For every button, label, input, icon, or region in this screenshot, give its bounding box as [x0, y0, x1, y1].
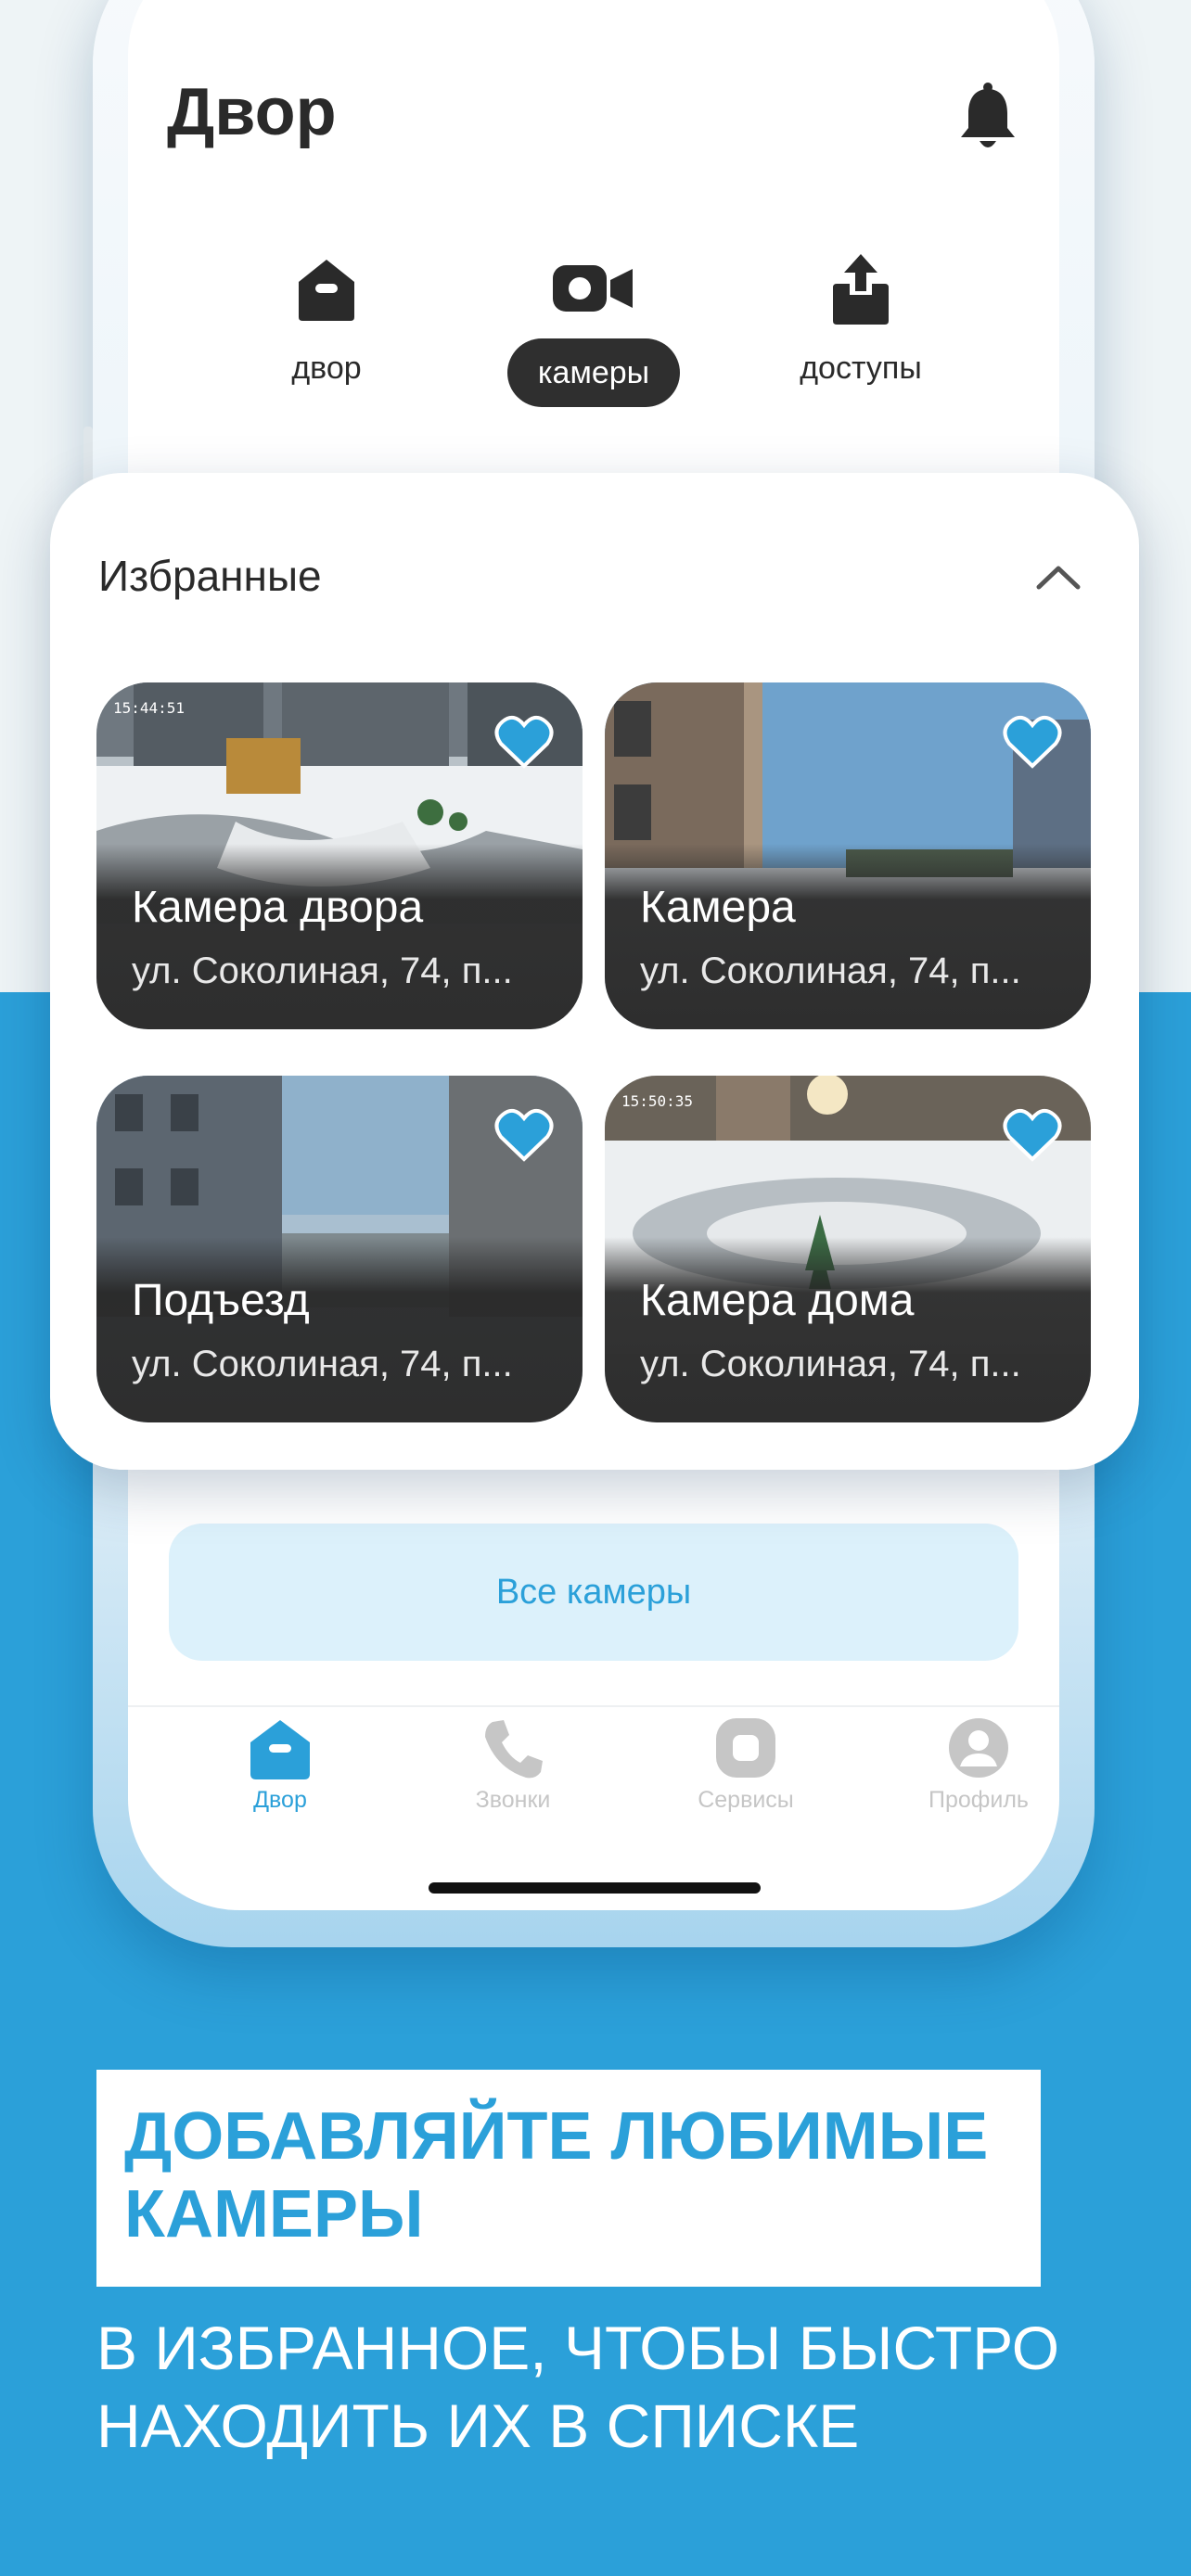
- camera-overlay: [96, 844, 583, 1029]
- tab-label-profile: Профиль: [928, 1787, 1029, 1813]
- phone-icon: [485, 1720, 543, 1779]
- tab-bar: Двор Звонки Сервисы Профиль: [128, 1705, 1059, 1828]
- segment-active-pill: камеры: [507, 338, 680, 407]
- camera-name: Подъезд: [132, 1276, 310, 1325]
- services-icon: [716, 1718, 775, 1778]
- camera-address: ул. Соколиная, 74, п...: [132, 950, 513, 991]
- favorites-card: Избранные 15:44:51 Камера двора ул. Соко…: [50, 473, 1139, 1470]
- camera-name: Камера двора: [132, 883, 424, 932]
- share-icon: [833, 254, 889, 325]
- heart-icon[interactable]: [493, 714, 555, 770]
- segment-access[interactable]: доступы: [749, 250, 972, 408]
- segment-yard[interactable]: двор: [215, 250, 438, 408]
- segment-cameras[interactable]: камеры: [482, 250, 705, 408]
- promo-subtext: В ИЗБРАННОЕ, ЧТОБЫ БЫСТРО НАХОДИТЬ ИХ В …: [96, 2314, 1060, 2460]
- promo-headline: ДОБАВЛЯЙТЕ ЛЮБИМЫЕ КАМЕРЫ: [124, 2099, 989, 2251]
- tab-label-calls: Звонки: [475, 1787, 551, 1813]
- camera-card-yard[interactable]: 15:44:51 Камера двора ул. Соколиная, 74,…: [96, 682, 583, 1029]
- camera-timestamp: 15:50:35: [621, 1092, 694, 1110]
- camera-overlay: [605, 844, 1091, 1029]
- chevron-up-icon[interactable]: [1033, 561, 1083, 593]
- camera-card-entrance-side[interactable]: Камера ул. Соколиная, 74, п...: [605, 682, 1091, 1029]
- segment-label-cameras: камеры: [537, 355, 650, 390]
- home-icon: [299, 260, 354, 321]
- camera-address: ул. Соколиная, 74, п...: [640, 950, 1021, 991]
- camera-name: Камера: [640, 883, 796, 932]
- home-icon: [250, 1720, 310, 1779]
- tab-profile[interactable]: Профиль: [886, 1716, 1059, 1814]
- favorites-title: Избранные: [98, 552, 322, 600]
- tab-yard[interactable]: Двор: [187, 1716, 373, 1814]
- camera-name: Камера дома: [640, 1276, 915, 1325]
- heart-icon[interactable]: [1002, 714, 1063, 770]
- page-title: Двор: [167, 75, 337, 149]
- camera-address: ул. Соколиная, 74, п...: [640, 1344, 1021, 1384]
- camera-timestamp: 15:44:51: [113, 699, 186, 717]
- camera-card-house[interactable]: 15:50:35 Камера дома ул. Соколиная, 74, …: [605, 1076, 1091, 1422]
- heart-icon[interactable]: [493, 1107, 555, 1163]
- heart-icon[interactable]: [1002, 1107, 1063, 1163]
- tab-services[interactable]: Сервисы: [653, 1716, 839, 1814]
- camera-address: ул. Соколиная, 74, п...: [132, 1344, 513, 1384]
- tab-calls[interactable]: Звонки: [420, 1716, 606, 1814]
- segment-label-access: доступы: [800, 351, 922, 386]
- camera-overlay: [96, 1237, 583, 1422]
- bell-icon[interactable]: [955, 82, 1020, 156]
- segment-label-yard: двор: [291, 351, 362, 386]
- video-camera-icon: [553, 265, 633, 312]
- promo-headline-box: ДОБАВЛЯЙТЕ ЛЮБИМЫЕ КАМЕРЫ: [96, 2070, 1041, 2287]
- tab-label-services: Сервисы: [698, 1787, 794, 1813]
- camera-card-entrance[interactable]: Подъезд ул. Соколиная, 74, п...: [96, 1076, 583, 1422]
- all-cameras-button[interactable]: Все камеры: [169, 1524, 1018, 1661]
- camera-overlay: [605, 1237, 1091, 1422]
- home-indicator: [429, 1882, 761, 1894]
- tab-label-yard: Двор: [253, 1787, 307, 1813]
- profile-icon: [949, 1718, 1008, 1778]
